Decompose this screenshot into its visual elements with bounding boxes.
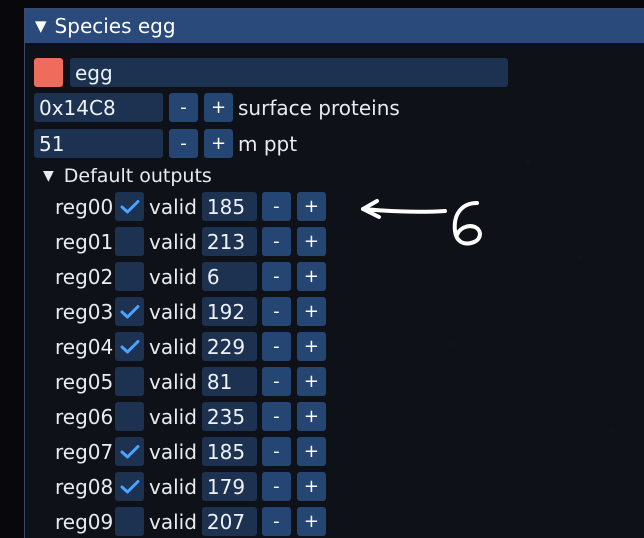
valid-checkbox[interactable]: [115, 227, 144, 256]
valid-checkbox[interactable]: [115, 297, 144, 326]
register-increment-button[interactable]: +: [296, 297, 326, 326]
valid-label: valid: [149, 474, 197, 499]
m-ppt-decrement-button[interactable]: -: [169, 129, 198, 158]
checkmark-icon: [120, 479, 139, 493]
valid-checkbox[interactable]: [115, 402, 144, 431]
register-value-input[interactable]: 6: [201, 262, 257, 291]
register-value-input[interactable]: 207: [201, 507, 257, 536]
valid-checkbox[interactable]: [115, 472, 144, 501]
register-row: reg07 valid 185- +: [55, 437, 326, 466]
m-ppt-increment-button[interactable]: +: [204, 129, 233, 158]
register-value-input[interactable]: 81: [201, 367, 257, 396]
checkmark-icon: [120, 339, 139, 353]
m-ppt-label: m ppt: [238, 131, 298, 156]
surface-proteins-row: 0x14C8 - + surface proteins: [34, 93, 400, 122]
register-name: reg06: [55, 404, 114, 429]
species-window: ▼ Species egg egg 0x14C8 - + surface pro…: [24, 8, 644, 538]
register-value-input[interactable]: 185: [201, 192, 257, 221]
register-row: reg00 valid 185- +: [55, 192, 326, 221]
register-increment-button[interactable]: +: [296, 262, 326, 291]
surface-proteins-decrement-button[interactable]: -: [169, 93, 198, 122]
window-title: Species egg: [54, 14, 176, 38]
register-name: reg01: [55, 229, 114, 254]
valid-label: valid: [149, 509, 197, 534]
species-name-input[interactable]: egg: [70, 58, 508, 87]
species-name-row: egg: [34, 58, 508, 87]
checkmark-icon: [120, 199, 139, 213]
register-decrement-button[interactable]: -: [261, 437, 291, 466]
valid-label: valid: [149, 299, 197, 324]
register-name: reg07: [55, 439, 114, 464]
register-increment-button[interactable]: +: [296, 367, 326, 396]
m-ppt-row: 51 - + m ppt: [34, 129, 297, 158]
valid-checkbox[interactable]: [115, 437, 144, 466]
register-row: reg01 valid 213- +: [55, 227, 326, 256]
register-increment-button[interactable]: +: [296, 227, 326, 256]
valid-checkbox[interactable]: [115, 332, 144, 361]
register-name: reg05: [55, 369, 114, 394]
valid-label: valid: [149, 264, 197, 289]
valid-label: valid: [149, 194, 197, 219]
checkmark-icon: [120, 304, 139, 318]
register-row: reg08 valid 179- +: [55, 472, 326, 501]
species-color-swatch[interactable]: [34, 58, 63, 87]
collapse-triangle-icon[interactable]: ▼: [43, 168, 54, 184]
register-increment-button[interactable]: +: [296, 192, 326, 221]
valid-label: valid: [149, 334, 197, 359]
register-increment-button[interactable]: +: [296, 402, 326, 431]
register-value-input[interactable]: 185: [201, 437, 257, 466]
valid-label: valid: [149, 439, 197, 464]
register-row: reg09 valid 207- +: [55, 507, 326, 536]
surface-proteins-increment-button[interactable]: +: [204, 93, 233, 122]
register-row: reg06 valid 235- +: [55, 402, 326, 431]
annotation-arrow-icon: [361, 199, 482, 246]
valid-checkbox[interactable]: [115, 367, 144, 396]
register-value-input[interactable]: 213: [201, 227, 257, 256]
valid-checkbox[interactable]: [115, 192, 144, 221]
register-name: reg00: [55, 194, 114, 219]
register-decrement-button[interactable]: -: [261, 402, 291, 431]
register-decrement-button[interactable]: -: [261, 332, 291, 361]
register-row: reg02 valid 6- +: [55, 262, 326, 291]
register-row: reg05 valid 81- +: [55, 367, 326, 396]
register-name: reg02: [55, 264, 114, 289]
register-decrement-button[interactable]: -: [261, 297, 291, 326]
register-name: reg03: [55, 299, 114, 324]
register-row: reg04 valid 229- +: [55, 332, 326, 361]
register-row: reg03 valid 192- +: [55, 297, 326, 326]
register-decrement-button[interactable]: -: [261, 472, 291, 501]
m-ppt-input[interactable]: 51: [34, 129, 163, 158]
register-decrement-button[interactable]: -: [261, 227, 291, 256]
register-increment-button[interactable]: +: [296, 437, 326, 466]
screen-background: ▼ Species egg egg 0x14C8 - + surface pro…: [0, 0, 644, 538]
register-value-input[interactable]: 235: [201, 402, 257, 431]
register-value-input[interactable]: 192: [201, 297, 257, 326]
register-decrement-button[interactable]: -: [261, 367, 291, 396]
register-value-input[interactable]: 229: [201, 332, 257, 361]
surface-proteins-input[interactable]: 0x14C8: [34, 93, 163, 122]
register-decrement-button[interactable]: -: [261, 192, 291, 221]
valid-label: valid: [149, 369, 197, 394]
valid-checkbox[interactable]: [115, 262, 144, 291]
register-name: reg08: [55, 474, 114, 499]
register-decrement-button[interactable]: -: [261, 262, 291, 291]
valid-label: valid: [149, 229, 197, 254]
window-titlebar[interactable]: ▼ Species egg: [25, 9, 644, 43]
default-outputs-header[interactable]: ▼ Default outputs: [43, 162, 212, 190]
valid-checkbox[interactable]: [115, 507, 144, 536]
valid-label: valid: [149, 404, 197, 429]
checkmark-icon: [120, 444, 139, 458]
register-increment-button[interactable]: +: [296, 472, 326, 501]
surface-proteins-label: surface proteins: [238, 95, 400, 120]
register-name: reg04: [55, 334, 114, 359]
register-increment-button[interactable]: +: [296, 332, 326, 361]
collapse-triangle-icon[interactable]: ▼: [35, 17, 47, 35]
register-name: reg09: [55, 509, 114, 534]
default-outputs-title: Default outputs: [63, 165, 212, 187]
register-value-input[interactable]: 179: [201, 472, 257, 501]
register-decrement-button[interactable]: -: [261, 507, 291, 536]
register-increment-button[interactable]: +: [296, 507, 326, 536]
